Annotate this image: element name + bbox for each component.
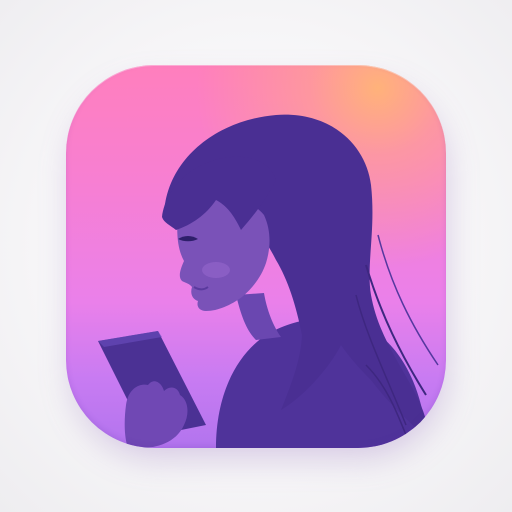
hand [124, 381, 188, 448]
canvas [0, 0, 512, 512]
girl-silhouette-reading-phone-icon [98, 114, 439, 448]
cheek-blush [202, 262, 230, 278]
neck [236, 293, 281, 340]
app-icon[interactable] [66, 65, 446, 448]
